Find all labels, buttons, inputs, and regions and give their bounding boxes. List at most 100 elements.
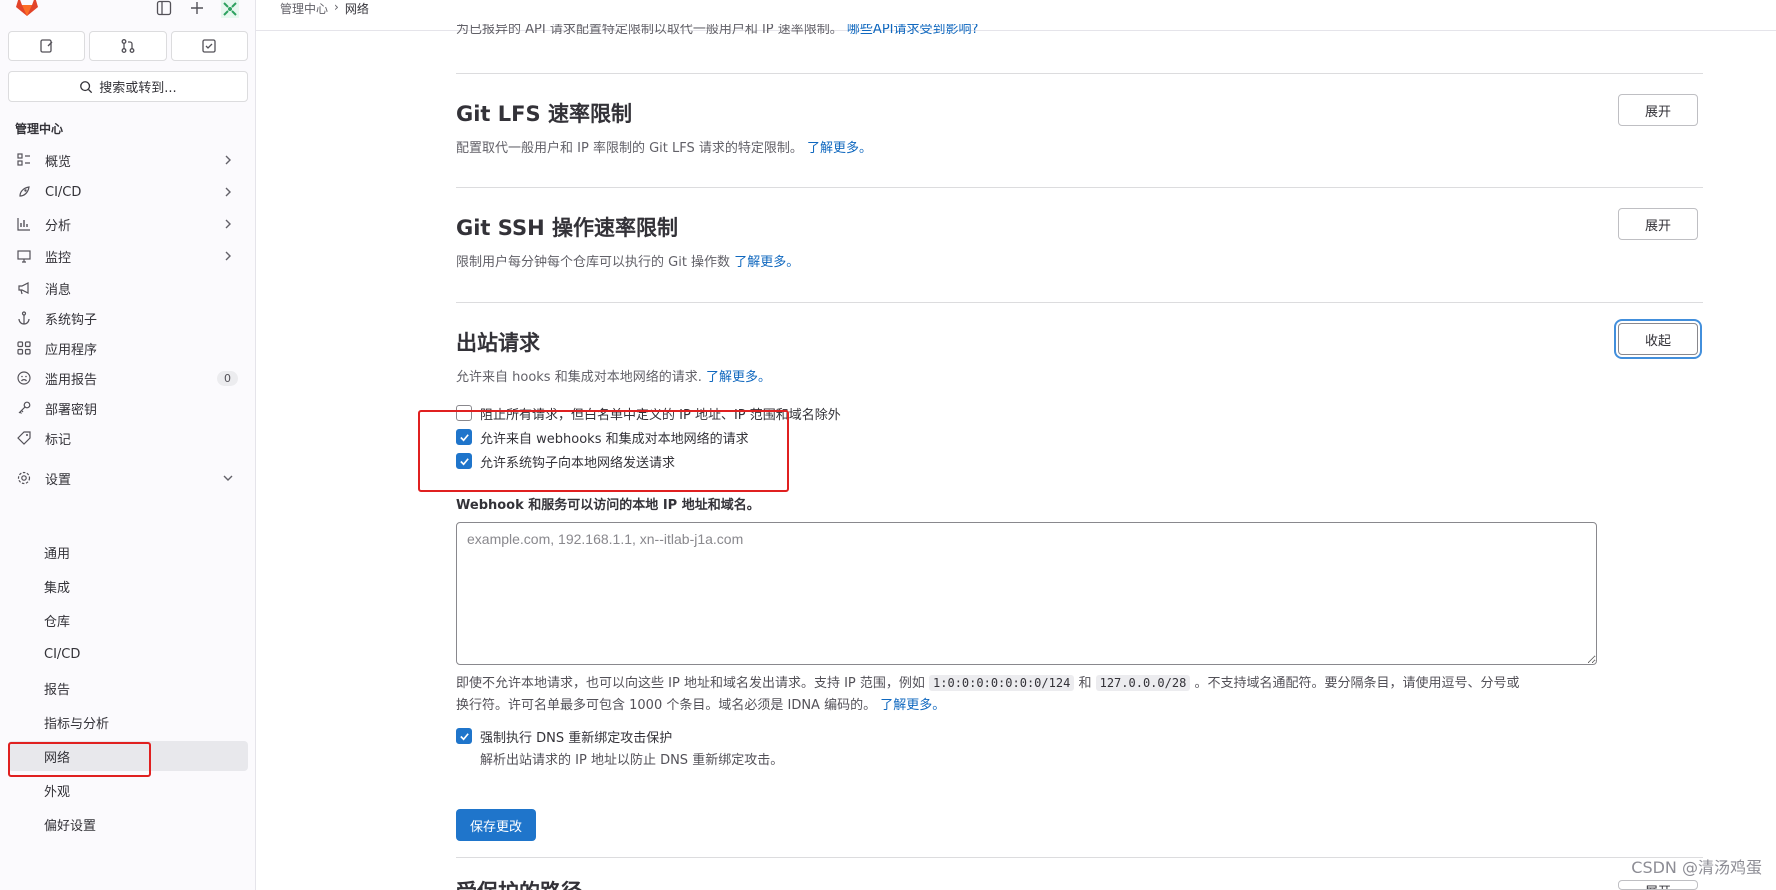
sidebar-subitem-reporting[interactable]: 报告 [8,673,248,703]
sidebar-toggle-icon[interactable] [155,0,173,18]
gear-icon [15,469,33,487]
search-label: 搜索或转到... [99,81,177,96]
dns-rebinding-checkbox-row[interactable]: 强制执行 DNS 重新绑定攻击保护 解析出站请求的 IP 地址以防止 DNS 重… [456,727,783,768]
breadcrumb: 管理中心 › 网络 [280,0,369,16]
sidebar: 搜索或转到... 管理中心 概览 CI/CD 分析 监控 消息 系统钩子 应用程… [0,0,256,890]
outbound-collapse-button[interactable]: 收起 [1618,323,1698,355]
sidebar-item-label: 消息 [45,282,72,298]
protected-paths-expand-label: 展开 [1645,881,1671,889]
sidebar-item-label: 概览 [45,154,72,170]
ssh-desc-text: 限制用户每分钟每个仓库可以执行的 Git 操作数 [456,255,731,270]
ssh-expand-button[interactable]: 展开 [1618,208,1698,240]
help-text: 即使不允许本地请求，也可以向这些 IP 地址和域名发出请求。支持 IP 范围，例… [456,676,925,691]
ssh-learn-more-link[interactable]: 了解更多。 [734,255,799,270]
help-text: 和 [1078,676,1092,691]
rocket-icon [15,183,33,201]
lfs-section-title: Git LFS 速率限制 [456,102,632,126]
sidebar-item-messages[interactable]: 消息 [8,273,248,303]
sidebar-subitem-preferences[interactable]: 偏好设置 [8,809,248,839]
watermark: CSDN @清汤鸡蛋 [1631,858,1762,877]
breadcrumb-parent[interactable]: 管理中心 [280,0,328,16]
sidebar-section-title: 管理中心 [15,122,64,136]
sidebar-item-label: 标记 [45,432,72,448]
sidebar-item-system-hooks[interactable]: 系统钩子 [8,303,248,333]
todos-button[interactable] [170,31,248,61]
outbound-desc-text: 允许来自 hooks 和集成对本地网络的请求. [456,370,702,385]
label-icon [15,429,33,447]
section-divider [456,73,1703,74]
lfs-desc-text: 配置取代一般用户和 IP 率限制的 Git LFS 请求的特定限制。 [456,141,803,156]
section-divider [456,187,1703,188]
highlight-box [418,410,789,492]
chevron-right-icon [225,219,231,229]
ssh-section-description: 限制用户每分钟每个仓库可以执行的 Git 操作数 了解更多。 [456,251,799,270]
protected-paths-expand-button[interactable]: 展开 [1618,880,1698,890]
count-badge: 0 [217,371,238,386]
lfs-section-description: 配置取代一般用户和 IP 率限制的 Git LFS 请求的特定限制。 了解更多。 [456,137,872,156]
outbound-section-title: 出站请求 [456,331,540,355]
sidebar-subitem-repository[interactable]: 仓库 [8,605,248,635]
sidebar-subitem-cicd[interactable]: CI/CD [8,639,248,669]
allowlist-help-text: 即使不允许本地请求，也可以向这些 IP 地址和域名发出请求。支持 IP 范围，例… [456,672,1606,717]
overview-icon [15,151,33,169]
sidebar-item-cicd[interactable]: CI/CD [8,177,248,207]
partial-text: 为已报异的 API 请求配置特定限制以取代一般用户和 IP 速率限制。 [456,24,843,36]
merge-requests-button[interactable] [89,31,167,61]
lfs-expand-button[interactable]: 展开 [1618,94,1698,126]
check-icon [459,732,469,740]
checkbox-help: 解析出站请求的 IP 地址以防止 DNS 重新绑定攻击。 [480,753,784,768]
chevron-right-icon [225,187,231,197]
abuse-icon [15,369,33,387]
section-divider [456,302,1703,303]
avatar[interactable] [221,0,239,18]
plus-icon[interactable] [188,0,206,18]
protected-paths-title: 受保护的路径 [456,876,582,890]
sidebar-item-deploy-keys[interactable]: 部署密钥 [8,393,248,423]
sidebar-subitem-integrations[interactable]: 集成 [8,571,248,601]
sidebar-item-label: 分析 [45,218,72,234]
search-icon [80,80,93,93]
chevron-down-icon [223,475,233,481]
sidebar-subitem-metrics[interactable]: 指标与分析 [8,707,248,737]
sidebar-item-applications[interactable]: 应用程序 [8,333,248,363]
outbound-learn-more-link[interactable]: 了解更多。 [706,370,771,385]
sidebar-item-label: 系统钩子 [45,312,98,328]
sidebar-subitem-general[interactable]: 通用 [8,537,248,567]
help-text: 换行符。许可名单最多可包含 1000 个条目。域名必须是 IDNA 编码的。 [456,698,877,713]
sidebar-item-label: 应用程序 [45,342,98,358]
anchor-icon [15,309,33,327]
monitor-icon [15,247,33,265]
chevron-right-icon [225,251,231,261]
breadcrumb-separator-icon: › [334,0,339,14]
section-divider [456,857,1703,858]
partial-link[interactable]: 哪些API请求受到影响? [847,24,978,36]
sidebar-item-monitor[interactable]: 监控 [8,241,248,271]
help-code: 1:0:0:0:0:0:0:0/124 [929,675,1075,691]
lfs-learn-more-link[interactable]: 了解更多。 [807,141,872,156]
search-button[interactable]: 搜索或转到... [8,71,248,102]
issues-button[interactable] [8,31,86,61]
quick-actions [8,31,248,61]
sidebar-item-abuse-reports[interactable]: 滥用报告 0 [8,363,248,393]
help-text: 。不支持域名通配符。要分隔条目，请使用逗号、分号或 [1194,676,1520,691]
sidebar-item-settings[interactable]: 设置 [8,463,248,493]
sidebar-subitem-appearance[interactable]: 外观 [8,775,248,805]
outbound-section-description: 允许来自 hooks 和集成对本地网络的请求. 了解更多。 [456,366,771,385]
highlight-box [8,742,151,777]
sidebar-top-row [0,0,256,22]
help-code: 127.0.0.0/28 [1095,675,1191,691]
allowlist-textarea[interactable] [456,522,1597,665]
dns-text-group: 强制执行 DNS 重新绑定攻击保护 解析出站请求的 IP 地址以防止 DNS 重… [480,727,783,768]
checkbox-checked[interactable] [456,728,472,744]
save-changes-button[interactable]: 保存更改 [456,809,536,841]
gitlab-logo-icon[interactable] [14,0,40,18]
help-learn-more-link[interactable]: 了解更多。 [880,698,945,713]
ssh-section-title: Git SSH 操作速率限制 [456,216,678,240]
sidebar-item-overview[interactable]: 概览 [8,145,248,175]
sidebar-item-analytics[interactable]: 分析 [8,209,248,239]
chart-icon [15,215,33,233]
sidebar-item-label: 监控 [45,250,72,266]
allowlist-label: Webhook 和服务可以访问的本地 IP 地址和域名。 [456,498,760,513]
sidebar-item-labels[interactable]: 标记 [8,423,248,453]
key-icon [15,399,33,417]
